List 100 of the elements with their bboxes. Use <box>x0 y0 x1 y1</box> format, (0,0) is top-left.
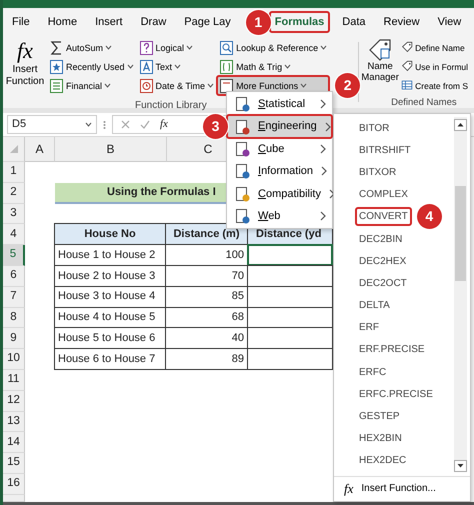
row-header[interactable]: 13 <box>3 412 25 432</box>
ribbon-button[interactable]: Logical <box>136 38 216 57</box>
table-cell: House 6 to House 7 <box>54 348 166 370</box>
grid-icon <box>401 79 414 92</box>
ribbon-button[interactable]: AutoSum <box>47 38 136 57</box>
column-header[interactable]: B <box>55 137 167 162</box>
ribbon-button[interactable]: Text <box>136 57 216 76</box>
function-item[interactable]: HEX2DEC <box>356 452 410 470</box>
function-item[interactable]: GESTEP <box>356 408 403 426</box>
row-header[interactable]: 12 <box>3 390 25 412</box>
tag-icon <box>401 60 414 73</box>
scroll-up-icon <box>454 119 467 132</box>
function-item[interactable]: DEC2OCT <box>356 274 410 292</box>
sigma-icon <box>49 40 64 56</box>
scroll-down-icon <box>454 460 467 472</box>
row-header[interactable]: 10 <box>3 349 25 370</box>
function-item[interactable]: BITOR <box>356 120 392 137</box>
ribbon-tab[interactable]: Review <box>378 12 425 32</box>
function-item[interactable]: ERFC <box>356 364 390 381</box>
chevron-icon <box>320 144 326 154</box>
caret-icon <box>126 64 134 69</box>
function-label: fx <box>160 117 168 132</box>
function-item[interactable]: DEC2BIN <box>356 230 406 248</box>
chevron-icon <box>324 122 331 132</box>
function-item[interactable]: COMPLEX <box>356 186 411 204</box>
function-item[interactable]: ERF.PRECISE <box>356 341 428 358</box>
table-cell[interactable] <box>247 348 333 370</box>
ribbon-tab[interactable]: File <box>7 12 35 32</box>
math-icon <box>219 58 234 74</box>
function-item[interactable]: ERF <box>356 319 382 336</box>
row-header[interactable]: 5 <box>3 245 25 266</box>
ribbon-tab[interactable]: Data <box>337 12 371 32</box>
magnifier-icon <box>219 40 234 56</box>
caret-icon <box>85 122 92 127</box>
name-box[interactable]: D5 <box>7 115 97 134</box>
row-header[interactable]: 9 <box>3 328 25 350</box>
tag-icon <box>401 41 414 54</box>
row-header[interactable]: 11 <box>3 370 25 391</box>
function-item[interactable]: DEC2HEX <box>356 252 410 270</box>
check-icon <box>140 120 150 129</box>
group-label: Defined Names <box>391 96 457 110</box>
page-icon <box>235 208 250 224</box>
chevron-icon <box>321 166 328 176</box>
row-header[interactable]: 7 <box>3 286 25 308</box>
menu-item[interactable]: Engineering <box>227 115 332 138</box>
name-manager-button[interactable]: Name Manager <box>361 38 400 95</box>
caret-icon <box>174 64 182 69</box>
row-header[interactable]: 2 <box>3 182 25 204</box>
row-header[interactable]: 1 <box>3 162 25 183</box>
question-icon <box>138 40 154 56</box>
column-header[interactable]: A <box>25 137 55 162</box>
function-item[interactable]: CONVERT <box>356 208 411 226</box>
scrollbar[interactable] <box>454 117 467 472</box>
caret-icon <box>104 83 112 88</box>
page-icon <box>235 96 250 112</box>
clock-icon <box>138 78 154 94</box>
chevron-icon <box>320 99 326 110</box>
chevron-icon <box>320 211 326 222</box>
row-header[interactable]: 8 <box>3 308 25 328</box>
caret-icon <box>300 83 308 88</box>
ribbon-button[interactable]: Financial <box>47 76 136 95</box>
function-item[interactable]: BITXOR <box>356 164 400 181</box>
page-icon <box>235 163 250 180</box>
function-item[interactable]: BITRSHIFT <box>356 142 414 159</box>
ribbon-tab[interactable]: Insert <box>90 12 128 32</box>
row-header[interactable]: 14 <box>3 432 25 454</box>
row-header[interactable]: 4 <box>3 224 25 246</box>
menu-item[interactable]: Information <box>227 160 332 183</box>
caret-icon <box>320 45 328 50</box>
ribbon-tab[interactable]: Home <box>42 12 82 32</box>
ribbon-tab[interactable]: Formulas <box>270 12 330 32</box>
ribbon-button[interactable]: Date & Time <box>136 76 216 95</box>
function-item[interactable]: ERFC.PRECISE <box>356 386 436 403</box>
ribbon-tab[interactable]: Page Lay <box>179 12 236 32</box>
scroll-thumb[interactable] <box>455 186 466 280</box>
row-header[interactable]: 15 <box>3 453 25 474</box>
drag-handle-icon <box>103 120 106 130</box>
page-icon <box>235 140 250 157</box>
function-item[interactable]: HEX2BIN <box>356 430 405 448</box>
caret-icon <box>207 83 214 88</box>
row-header[interactable]: 3 <box>3 204 25 224</box>
group-label: Function Library <box>135 99 207 113</box>
ribbon-button[interactable]: Recently Used <box>47 57 136 76</box>
caret-icon <box>284 64 292 69</box>
ribbon-button[interactable]: Define Name <box>399 38 470 57</box>
ribbon-button[interactable]: Math & Trig <box>217 57 330 76</box>
ribbon-button[interactable]: Create from S <box>399 76 470 95</box>
row-header[interactable]: 16 <box>3 474 25 495</box>
caret-icon <box>105 45 112 50</box>
row-header[interactable]: 6 <box>3 266 25 287</box>
ribbon-button[interactable]: Lookup & Reference <box>217 38 330 57</box>
function-item[interactable]: DELTA <box>356 297 393 314</box>
ribbon-tab[interactable]: View <box>432 12 466 32</box>
page-icon <box>235 118 250 135</box>
insert-function-button[interactable]: fx Insert Function <box>5 38 45 108</box>
ribbon-tab[interactable]: Draw <box>136 12 172 32</box>
chevron-icon <box>328 188 335 199</box>
table-cell[interactable] <box>247 244 333 266</box>
insert-function-item[interactable]: fx Insert Function... <box>334 476 470 500</box>
ribbon-button[interactable]: Use in Formul <box>399 57 470 76</box>
